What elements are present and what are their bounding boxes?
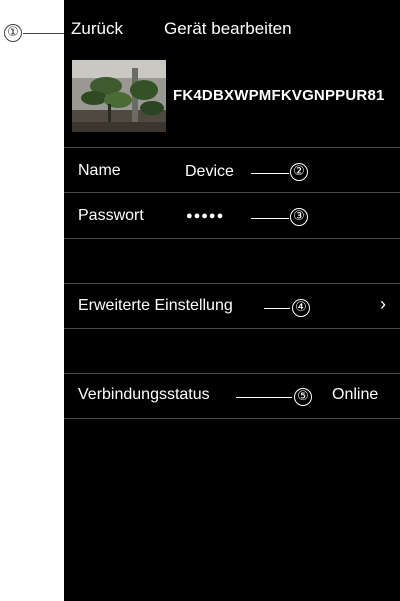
callout-5-leader [236,397,292,398]
callout-1-leader [23,33,67,34]
divider [64,238,400,239]
advanced-settings-label: Erweiterte Einstellung [78,297,233,314]
callout-5: ⑤ [294,388,312,406]
callout-4: ④ [292,299,310,317]
name-value[interactable]: Device [185,163,234,181]
connection-status-label: Verbindungsstatus [78,386,210,403]
page-title: Gerät bearbeiten [164,19,292,38]
connection-status-value: Online [332,386,379,403]
callout-2: ② [290,163,308,181]
nav-bar: Zurück Gerät bearbeiten [64,0,400,56]
divider [64,418,400,419]
password-value[interactable]: ●●●●● [186,210,224,222]
callout-2-leader [251,173,289,174]
password-label: Passwort [78,207,144,224]
callout-3: ③ [290,208,308,226]
back-button[interactable]: Zurück [71,19,123,39]
device-id: FK4DBXWPMFKVGNPPUR81 [173,87,385,104]
callout-4-leader [264,308,290,309]
chevron-right-icon[interactable]: › [380,294,386,315]
name-label: Name [78,162,121,179]
callout-1: ① [4,24,22,42]
device-thumbnail[interactable] [72,60,166,132]
callout-3-leader [251,218,289,219]
app-screen: Zurück Gerät bearbeiten FK4DBXWPMFKVGNPP… [64,0,400,601]
device-thumbnail-image [72,60,166,132]
divider [64,328,400,329]
